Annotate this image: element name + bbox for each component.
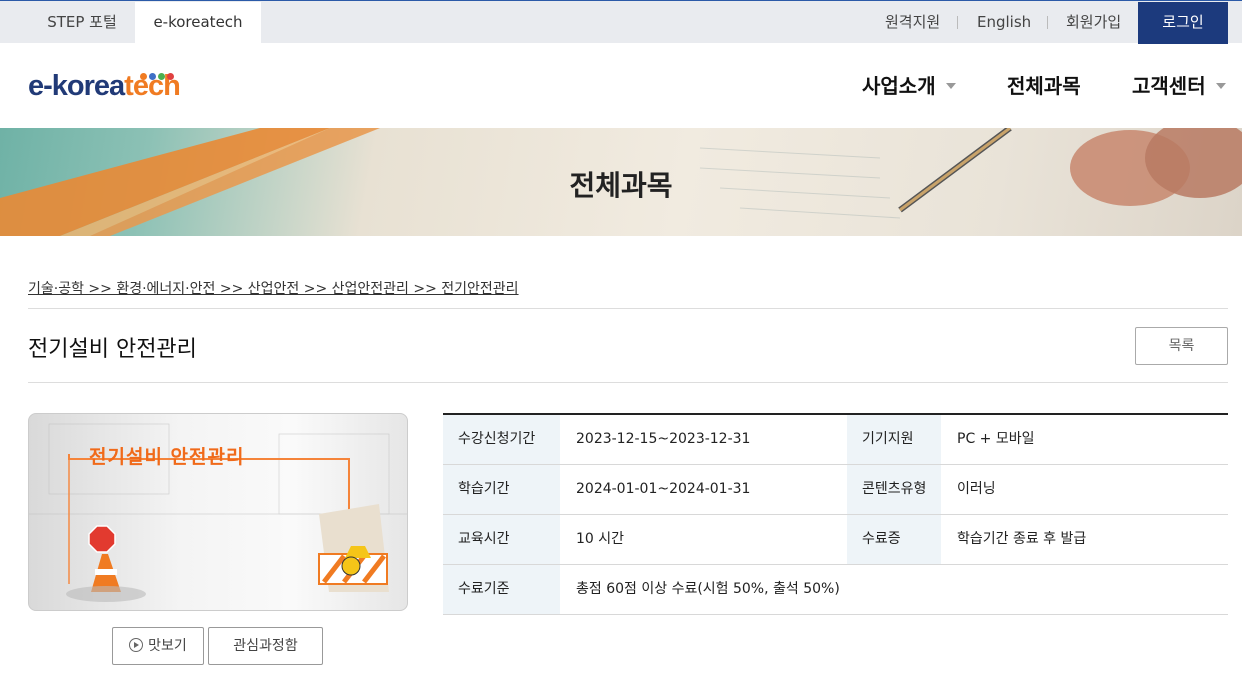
nav-all-courses[interactable]: 전체과목 bbox=[1007, 70, 1081, 102]
table-row: 학습기간 2024-01-01~2024-01-31 콘텐츠유형 이러닝 bbox=[443, 465, 1228, 515]
nav-customer-center[interactable]: 고객센터 bbox=[1132, 70, 1226, 102]
chevron-down-icon bbox=[945, 82, 956, 89]
logo-dot bbox=[140, 73, 147, 80]
breadcrumb[interactable]: 기술·공학 >> 환경·에너지·안전 >> 산업안전 >> 산업안전관리 >> … bbox=[28, 278, 519, 298]
logo-dot bbox=[149, 73, 156, 80]
nav-label: 전체과목 bbox=[1007, 74, 1081, 98]
table-header-cell: 수강신청기간 bbox=[443, 415, 560, 464]
thumbnail-title: 전기설비 안전관리 bbox=[89, 446, 245, 468]
table-row: 수료기준 총점 60점 이상 수료(시험 50%, 출석 50%) bbox=[443, 565, 1228, 615]
divider bbox=[28, 308, 1228, 309]
nav-label: 사업소개 bbox=[862, 74, 936, 98]
table-cell: PC + 모바일 bbox=[957, 431, 1035, 447]
banner-title: 전체과목 bbox=[569, 169, 673, 202]
course-info-table: 수강신청기간 2023-12-15~2023-12-31 기기지원 PC + 모… bbox=[443, 413, 1228, 615]
list-button[interactable]: 목록 bbox=[1135, 327, 1228, 365]
divider bbox=[1047, 16, 1048, 29]
divider bbox=[957, 16, 958, 29]
table-cell: 10 시간 bbox=[576, 531, 625, 547]
logo-dot bbox=[167, 73, 174, 80]
table-header-cell: 수료기준 bbox=[443, 565, 560, 614]
logo-text-main: e-korea bbox=[28, 70, 125, 102]
play-icon bbox=[129, 638, 144, 652]
table-cell: 학습기간 종료 후 발급 bbox=[957, 531, 1087, 547]
divider bbox=[28, 382, 1228, 383]
table-cell: 이러닝 bbox=[957, 481, 996, 497]
page-title: 전기설비 안전관리 bbox=[28, 337, 197, 362]
login-button[interactable]: 로그인 bbox=[1138, 2, 1228, 44]
english-link[interactable]: English bbox=[977, 2, 1031, 44]
table-cell: 2024-01-01~2024-01-31 bbox=[576, 481, 751, 497]
nav-label: 고객센터 bbox=[1132, 74, 1206, 98]
table-header-cell: 학습기간 bbox=[443, 465, 560, 514]
logo-dots bbox=[140, 65, 176, 80]
table-header-cell: 교육시간 bbox=[443, 515, 560, 564]
top-utility-bar: STEP 포털 e-koreatech 원격지원 English 회원가입 로그… bbox=[0, 0, 1242, 44]
tab-step-portal[interactable]: STEP 포털 bbox=[28, 2, 136, 44]
chevron-down-icon bbox=[1215, 82, 1226, 89]
remote-support-link[interactable]: 원격지원 bbox=[885, 2, 940, 44]
page-banner: 전체과목 bbox=[0, 128, 1242, 236]
course-thumbnail: 전기설비 안전관리 bbox=[28, 413, 408, 611]
table-header-cell: 콘텐츠유형 bbox=[847, 465, 941, 514]
nav-business-intro[interactable]: 사업소개 bbox=[862, 70, 956, 102]
table-cell: 총점 60점 이상 수료(시험 50%, 출석 50%) bbox=[576, 581, 840, 597]
table-row: 수강신청기간 2023-12-15~2023-12-31 기기지원 PC + 모… bbox=[443, 415, 1228, 465]
table-row: 교육시간 10 시간 수료증 학습기간 종료 후 발급 bbox=[443, 515, 1228, 565]
table-cell: 2023-12-15~2023-12-31 bbox=[576, 431, 751, 447]
site-logo[interactable]: e-koreatech bbox=[28, 65, 181, 106]
signup-link[interactable]: 회원가입 bbox=[1066, 2, 1121, 44]
table-header-cell: 기기지원 bbox=[847, 415, 941, 464]
preview-button[interactable]: 맛보기 bbox=[112, 627, 204, 665]
table-header-cell: 수료증 bbox=[847, 515, 941, 564]
preview-label: 맛보기 bbox=[148, 638, 187, 654]
add-to-wishlist-button[interactable]: 관심과정함 bbox=[208, 627, 323, 665]
tab-e-koreatech[interactable]: e-koreatech bbox=[135, 2, 261, 44]
logo-dot bbox=[158, 73, 165, 80]
